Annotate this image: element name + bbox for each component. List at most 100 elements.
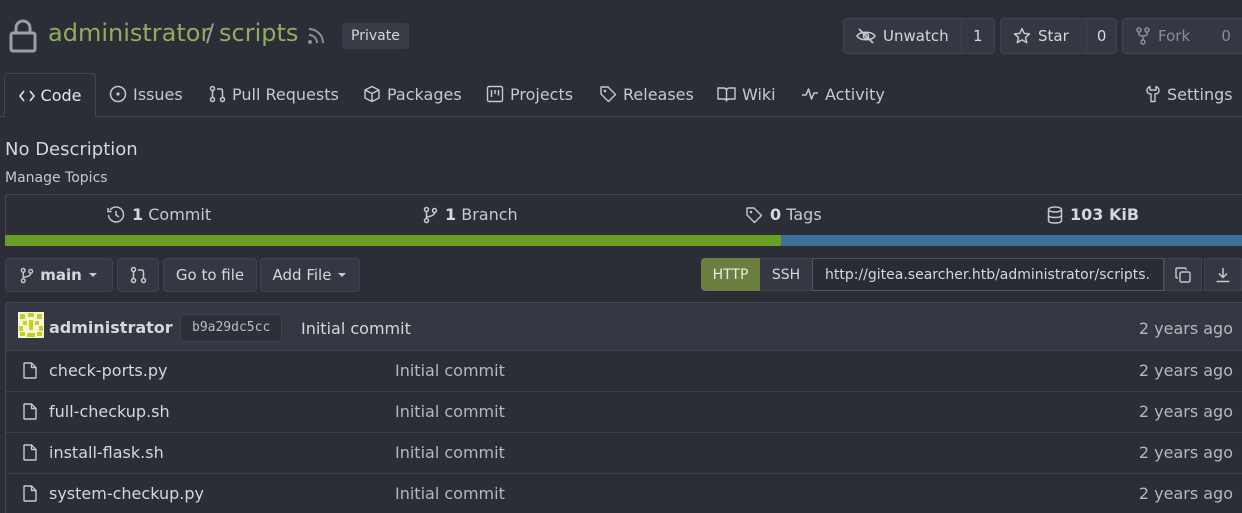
compare-icon (130, 266, 147, 284)
file-commit-message-link[interactable]: Initial commit (395, 443, 505, 462)
pull-request-icon (209, 85, 226, 103)
file-name-link[interactable]: full-checkup.sh (49, 402, 170, 421)
language-bar-segment[interactable] (5, 235, 782, 246)
file-commit-time: 2 years ago (1138, 361, 1233, 380)
tag-icon (599, 85, 617, 103)
tab-wiki[interactable]: Wiki (717, 83, 776, 105)
tab-projects[interactable]: Projects (486, 83, 573, 105)
copy-icon (1175, 266, 1191, 283)
commit-sha-link[interactable]: b9a29dc5cc (180, 314, 283, 342)
issue-icon (109, 85, 127, 103)
lock-icon (8, 18, 38, 53)
repo-owner-link[interactable]: administrator (48, 19, 210, 47)
tab-code[interactable]: Code (4, 73, 96, 117)
copy-url-button[interactable] (1164, 258, 1202, 291)
tab-releases[interactable]: Releases (599, 83, 694, 105)
visibility-badge: Private (342, 23, 409, 49)
file-commit-message-link[interactable]: Initial commit (395, 484, 505, 503)
file-icon (23, 485, 37, 502)
tab-releases-label: Releases (623, 84, 694, 104)
manage-topics-link[interactable]: Manage Topics (5, 170, 108, 186)
avatar[interactable] (18, 312, 44, 338)
tags-label: Tags (786, 205, 822, 224)
table-row[interactable]: full-checkup.sh Initial commit 2 years a… (6, 391, 1242, 433)
table-row[interactable]: check-ports.py Initial commit 2 years ag… (6, 350, 1242, 392)
star-button[interactable]: Star 0 (1000, 18, 1117, 54)
size-stat: 103 KiB (1047, 205, 1139, 224)
file-commit-message-link[interactable]: Initial commit (395, 361, 505, 380)
book-icon (717, 86, 736, 102)
unwatch-button[interactable]: Unwatch 1 (843, 18, 995, 54)
tool-icon (1145, 85, 1161, 103)
star-icon (1013, 27, 1031, 45)
language-bar-segment[interactable] (781, 235, 1242, 246)
tab-activity-label: Activity (825, 84, 885, 104)
repo-size: 103 KiB (1070, 205, 1140, 224)
history-icon (107, 205, 125, 224)
latest-commit-row: administrator b9a29dc5cc Initial commit … (6, 303, 1242, 351)
project-icon (486, 85, 504, 103)
file-commit-message-link[interactable]: Initial commit (395, 402, 505, 421)
tabs-divider (0, 116, 1242, 117)
file-commit-time: 2 years ago (1138, 402, 1233, 421)
database-icon (1047, 205, 1063, 224)
branch-selector[interactable]: main (5, 258, 113, 292)
tab-settings[interactable]: Settings (1145, 83, 1233, 105)
clone-url-input[interactable] (812, 258, 1164, 291)
table-row[interactable]: system-checkup.py Initial commit 2 years… (6, 473, 1242, 513)
add-file-button[interactable]: Add File (260, 258, 360, 292)
fork-button[interactable]: Fork 0 (1122, 18, 1242, 54)
download-icon (1215, 267, 1231, 283)
star-label: Star (1038, 27, 1069, 45)
code-icon (18, 89, 35, 103)
commits-stat[interactable]: 1 Commit (107, 205, 211, 224)
file-name-link[interactable]: install-flask.sh (49, 443, 164, 462)
repo-description: No Description (5, 139, 138, 160)
language-bar (5, 235, 1242, 246)
fork-count[interactable]: 0 (1209, 19, 1242, 53)
rss-icon[interactable] (307, 27, 325, 45)
tab-pull-requests-label: Pull Requests (232, 84, 339, 104)
commit-author-link[interactable]: administrator (49, 318, 173, 337)
commit-message-link[interactable]: Initial commit (301, 319, 411, 338)
file-name-link[interactable]: system-checkup.py (49, 484, 204, 503)
compare-button[interactable] (117, 258, 159, 292)
repo-path-separator: / (206, 19, 215, 47)
file-icon (23, 403, 37, 420)
pulse-icon (801, 86, 819, 102)
tab-packages[interactable]: Packages (363, 83, 462, 105)
file-icon (23, 362, 37, 379)
go-to-file-button[interactable]: Go to file (163, 258, 257, 292)
eye-closed-icon (856, 28, 876, 44)
tab-activity[interactable]: Activity (801, 83, 885, 105)
branch-name: main (40, 266, 82, 284)
branches-count: 1 (445, 205, 457, 224)
star-count[interactable]: 0 (1086, 19, 1116, 53)
chevron-down-icon (88, 272, 98, 278)
table-row[interactable]: install-flask.sh Initial commit 2 years … (6, 432, 1242, 474)
branch-icon (20, 267, 34, 284)
chevron-down-icon (337, 272, 347, 278)
unwatch-label: Unwatch (883, 27, 949, 45)
repo-name-link[interactable]: scripts (219, 19, 298, 47)
ssh-clone-button[interactable]: SSH (760, 258, 812, 291)
commit-time: 2 years ago (1138, 319, 1233, 338)
fork-label: Fork (1158, 27, 1191, 45)
tab-pull-requests[interactable]: Pull Requests (209, 83, 339, 105)
watch-count[interactable]: 1 (960, 19, 994, 53)
branches-stat[interactable]: 1 Branch (423, 205, 518, 224)
tab-code-label: Code (40, 86, 82, 105)
file-commit-time: 2 years ago (1138, 443, 1233, 462)
tags-count: 0 (770, 205, 782, 224)
file-list: administrator b9a29dc5cc Initial commit … (5, 302, 1242, 513)
http-clone-button[interactable]: HTTP (701, 258, 760, 291)
tags-stat[interactable]: 0 Tags (745, 205, 822, 224)
package-icon (363, 85, 381, 103)
fork-icon (1135, 27, 1151, 45)
tab-issues[interactable]: Issues (109, 83, 183, 105)
tab-issues-label: Issues (133, 84, 183, 104)
file-name-link[interactable]: check-ports.py (49, 361, 167, 380)
commits-label: Commit (148, 205, 212, 224)
branches-label: Branch (461, 205, 518, 224)
download-button[interactable] (1204, 258, 1242, 291)
